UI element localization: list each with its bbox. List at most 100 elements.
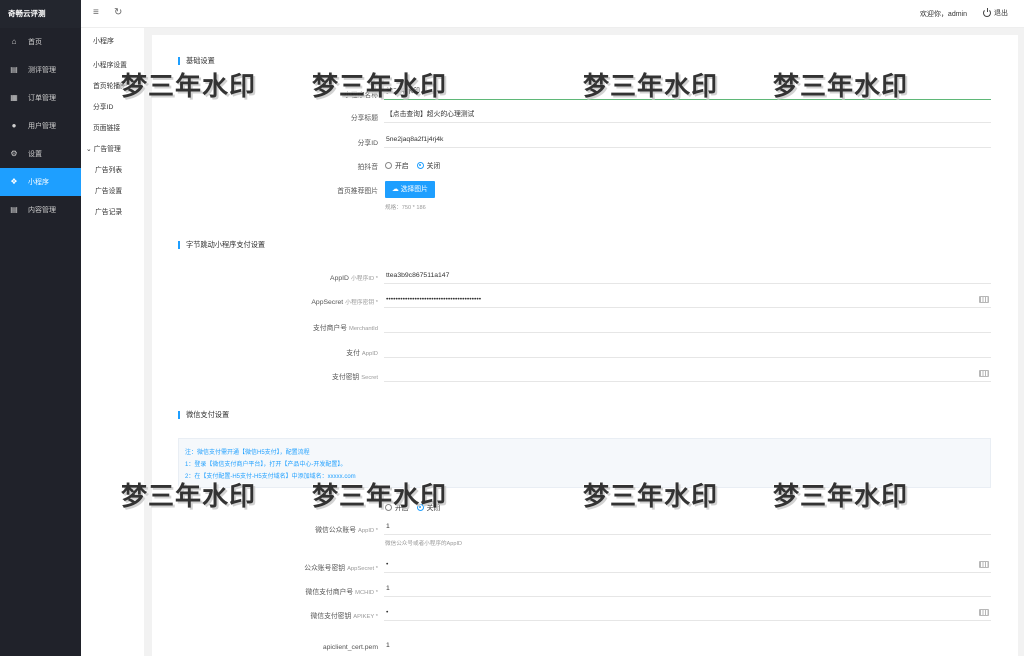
label-sub: Secret [361, 375, 378, 381]
watermark-text: 梦三年水印 [773, 482, 909, 512]
submenu-item-ad-list[interactable]: 广告列表 [81, 160, 144, 181]
sidebar-item-label: 首页 [28, 39, 42, 46]
sidebar-item-label: 用户管理 [28, 123, 56, 130]
keyboard-icon[interactable] [979, 609, 989, 616]
submenu-group-label: 广告管理 [93, 146, 121, 153]
document-icon: ▤ [10, 65, 18, 74]
submenu-title: 小程序 [93, 38, 114, 45]
top-bar: ≡ ↻ 欢迎你，admin 退出 [81, 0, 1024, 28]
refresh-icon[interactable]: ↻ [114, 7, 122, 19]
wx-cert-label: apiclient_cert.pem [322, 644, 378, 651]
cloud-upload-icon: ☁ [392, 186, 399, 193]
gear-icon: ⚙ [10, 149, 18, 158]
menu-toggle-icon[interactable]: ≡ [93, 7, 99, 19]
label-sub: AppID [361, 351, 378, 357]
bd-merchant-label: 支付商户号 MerchantId [152, 322, 378, 332]
logout-label: 退出 [994, 10, 1008, 17]
watermark-text: 梦三年水印 [312, 482, 448, 512]
apikey-value: • [386, 609, 389, 616]
submenu-item-page-links[interactable]: 页面链接 [81, 118, 144, 139]
douyin-radio-off[interactable]: 关闭 [416, 160, 441, 170]
label-main: 支付商户号 [313, 325, 347, 332]
radio-label: 关闭 [426, 163, 441, 170]
douyin-label: 拍抖音 [357, 164, 378, 171]
label-main: AppID [330, 275, 349, 282]
keyboard-icon[interactable] [979, 370, 989, 377]
sidebar-item-orders[interactable]: ▦ 订单管理 [0, 84, 81, 112]
bd-merchant-input[interactable] [384, 319, 991, 333]
wx-mp-secret-input[interactable]: • [384, 559, 991, 573]
image-size-hint: 规格：750 * 186 [385, 205, 426, 211]
watermark-text: 梦三年水印 [312, 72, 448, 102]
wx-apikey-input[interactable]: • [384, 607, 991, 621]
wx-mchid-input[interactable]: 1 [384, 583, 991, 597]
wx-mp-secret-label: 公众账号密钥 AppSecret * [152, 562, 378, 572]
share-id-input[interactable]: 5ne2jaq8a2f1j4rj4k [384, 134, 991, 148]
notice-line: 注：微信支付需开通【微信H5支付】，配置流程 [185, 450, 310, 456]
document-icon: ▤ [10, 205, 18, 214]
sidebar-item-label: 订单管理 [28, 95, 56, 102]
sidebar-item-content[interactable]: ▤ 内容管理 [0, 196, 81, 224]
sidebar-item-users[interactable]: ● 用户管理 [0, 112, 81, 140]
wx-apikey-label: 微信支付密钥 APIKEY * [152, 610, 379, 620]
sidebar-item-test-mgmt[interactable]: ▤ 测评管理 [0, 56, 81, 84]
radio-circle-icon [385, 161, 392, 169]
section-title-bytedance: 字节跳动小程序支付设置 [178, 241, 265, 249]
watermark-text: 梦三年水印 [583, 482, 719, 512]
wx-mp-appid-label: 微信公众账号 AppID * [152, 524, 378, 534]
select-image-button[interactable]: ☁ 选择图片 [385, 181, 435, 198]
home-icon: ⌂ [11, 37, 17, 46]
label-sub: AppID * [358, 528, 378, 534]
watermark-text: 梦三年水印 [583, 72, 719, 102]
share-id-label: 分享ID [357, 140, 378, 147]
submenu-group-ads[interactable]: ⌄ 广告管理 [81, 139, 144, 160]
sidebar-item-miniapp[interactable]: ❖ 小程序 [0, 168, 81, 196]
wx-mp-appid-input[interactable]: 1 [384, 521, 991, 535]
logout-button[interactable]: 退出 [983, 8, 1008, 18]
sidebar-item-settings[interactable]: ⚙ 设置 [0, 140, 81, 168]
brand-title: 奇畅云评测 [0, 0, 81, 28]
sidebar-item-label: 测评管理 [28, 67, 56, 74]
power-icon [983, 8, 991, 17]
label-sub: MerchantId [349, 326, 378, 332]
watermark-text: 梦三年水印 [121, 482, 257, 512]
wx-mp-appid-hint: 微信公众号或者小程序的AppID [385, 541, 463, 547]
label-main: AppSecret [311, 299, 344, 306]
bd-appid-label: AppID 小程序ID * [152, 273, 378, 282]
share-title-label: 分享标题 [350, 115, 378, 122]
bd-pay-appid-input[interactable] [384, 344, 991, 358]
label-main: 微信支付密钥 [310, 613, 352, 620]
submenu-item-ad-settings[interactable]: 广告设置 [81, 181, 144, 202]
mp-secret-value: • [386, 561, 389, 568]
secondary-menu: 小程序 小程序设置 首页轮播图 分享ID 页面链接 ⌄ 广告管理 广告列表 广告… [81, 28, 144, 656]
douyin-radio-group: 开启 关闭 [385, 160, 448, 170]
miniapp-icon: ❖ [10, 177, 18, 186]
secret-value: •••••••••••••••••••••••••••••••••••••••• [386, 296, 482, 303]
label-main: 微信支付商户号 [305, 589, 354, 596]
radio-label: 开启 [395, 163, 409, 170]
bd-pay-secret-input[interactable] [384, 368, 991, 382]
submenu-item-ad-records[interactable]: 广告记录 [81, 202, 144, 223]
label-main: 微信公众账号 [315, 527, 357, 534]
wx-cert-value[interactable]: 1 [384, 640, 991, 654]
home-image-label: 首页推荐图片 [337, 188, 378, 195]
douyin-radio-on[interactable]: 开启 [385, 160, 409, 170]
bd-pay-appid-label: 支付 AppID [152, 347, 378, 357]
label-sub: MCHID * [355, 590, 378, 596]
label-sub: 小程序ID * [350, 276, 378, 282]
label-sub: AppSecret * [347, 566, 378, 572]
share-title-input[interactable]: 【点击查询】超火的心理测试 [384, 109, 991, 123]
sidebar-item-label: 小程序 [28, 179, 49, 186]
label-main: 支付 [346, 350, 360, 357]
user-icon: ● [11, 121, 17, 130]
keyboard-icon[interactable] [979, 296, 989, 303]
bd-appid-input[interactable]: ttea3b9c867511a147 [384, 270, 991, 284]
keyboard-icon[interactable] [979, 561, 989, 568]
sidebar-item-label: 内容管理 [28, 207, 56, 214]
sidebar-item-home[interactable]: ⌂ 首页 [0, 28, 81, 56]
bd-secret-input[interactable]: •••••••••••••••••••••••••••••••••••••••• [384, 294, 991, 308]
section-title-basic: 基础设置 [178, 57, 215, 65]
section-title-wechat: 微信支付设置 [178, 411, 229, 419]
chevron-down-icon: ⌄ [86, 146, 92, 153]
label-sub: 小程序密钥 * [345, 300, 378, 306]
